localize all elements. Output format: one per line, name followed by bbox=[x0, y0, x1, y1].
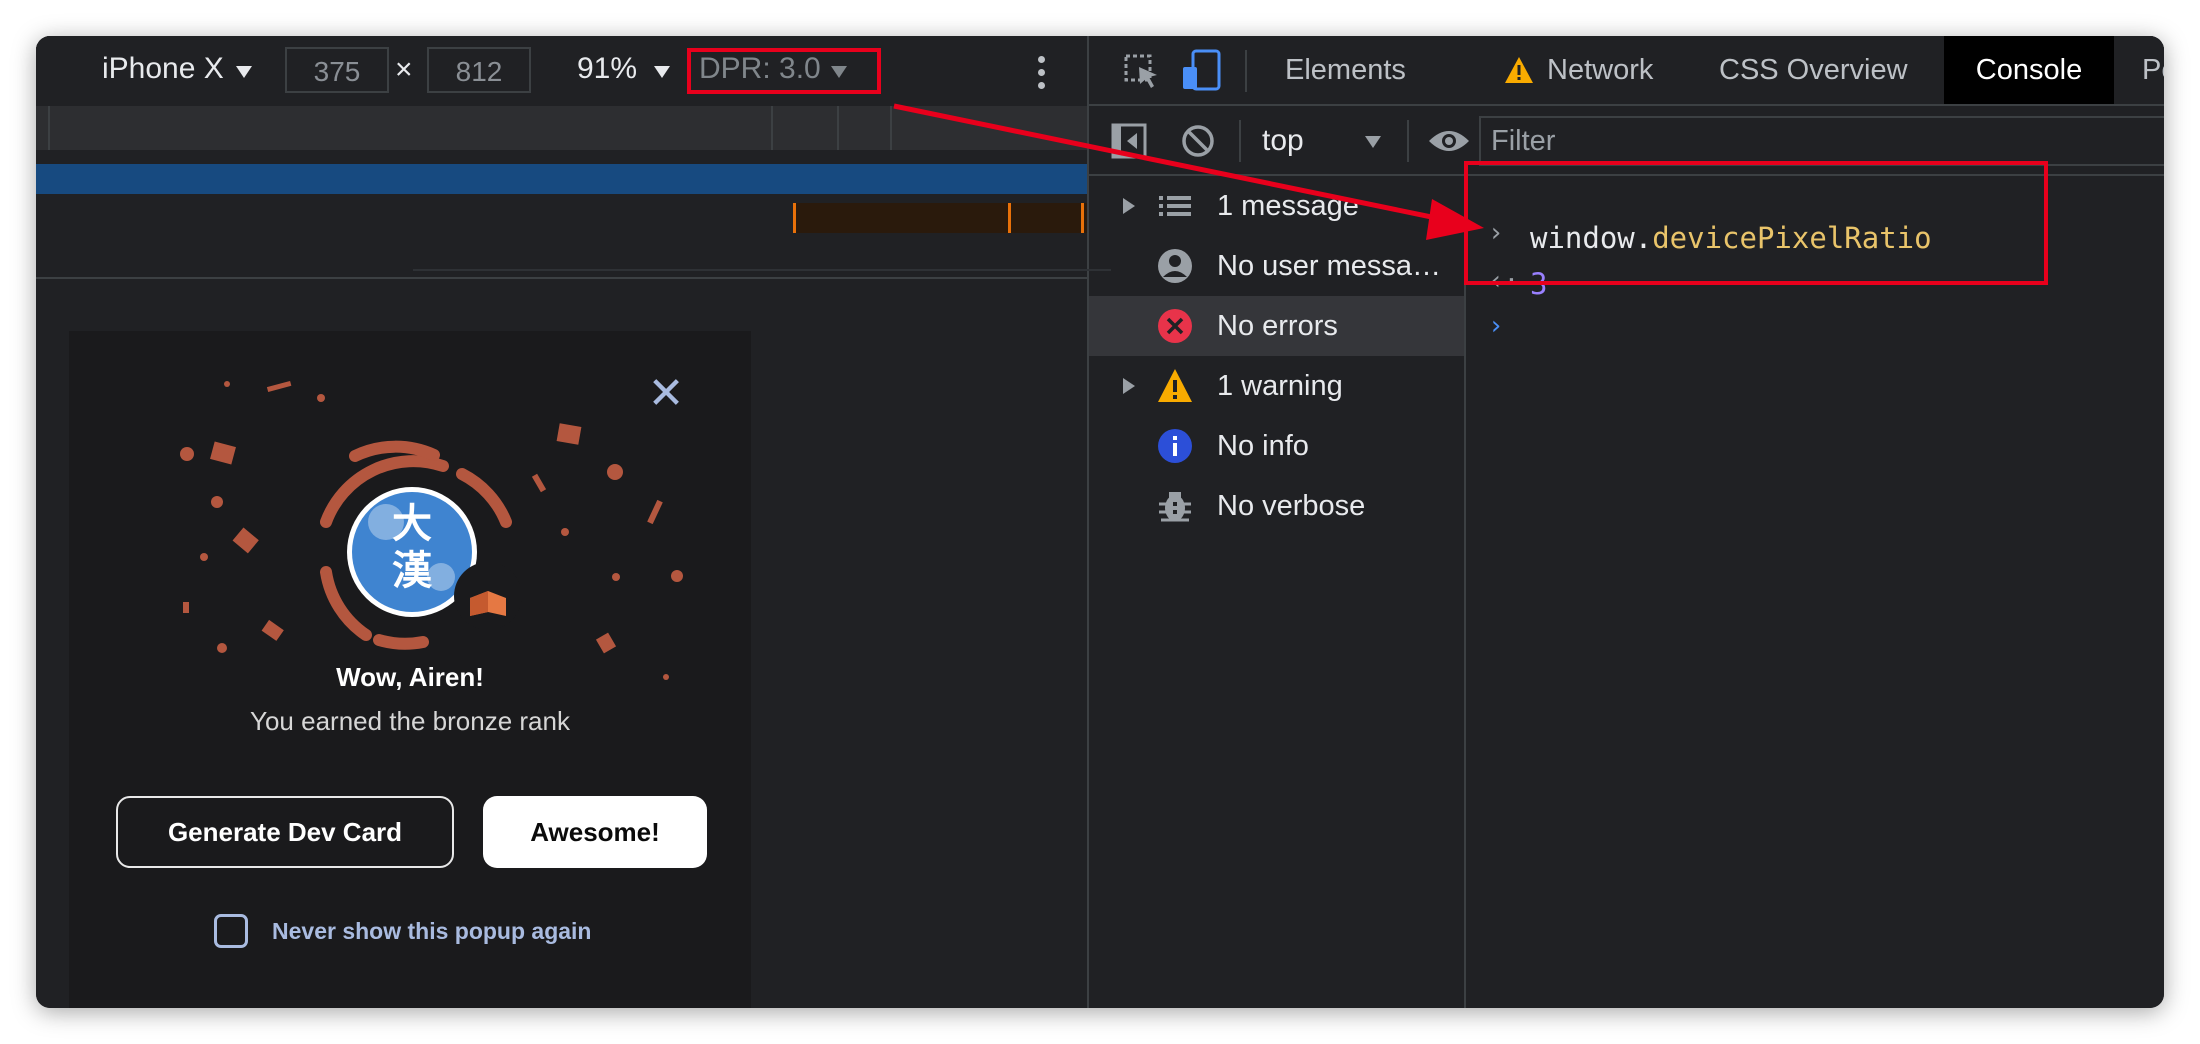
sidebar-item-user-messages[interactable]: No user messa… bbox=[1089, 236, 1464, 296]
confetti bbox=[210, 441, 236, 465]
dimension-separator: × bbox=[395, 53, 413, 86]
confetti bbox=[200, 553, 208, 561]
warning-icon bbox=[1158, 369, 1192, 402]
warning-icon bbox=[1505, 57, 1533, 83]
confetti bbox=[671, 570, 683, 582]
media-query-bar-orange[interactable] bbox=[794, 203, 1087, 233]
bug-icon bbox=[1159, 492, 1191, 522]
never-show-checkbox[interactable] bbox=[214, 914, 248, 948]
tab-console[interactable]: Console bbox=[1944, 36, 2114, 104]
confetti bbox=[647, 499, 663, 525]
sidebar-item-label: No info bbox=[1217, 430, 1309, 462]
confetti bbox=[556, 423, 582, 445]
sidebar-item-messages[interactable]: 1 message bbox=[1089, 176, 1464, 236]
error-icon bbox=[1158, 309, 1192, 343]
confetti bbox=[180, 447, 194, 461]
console-line-divider bbox=[413, 269, 1111, 271]
sidebar-item-label: No user messa… bbox=[1217, 250, 1442, 282]
device-select[interactable]: iPhone X bbox=[102, 51, 224, 87]
device-toggle-icon[interactable] bbox=[1179, 49, 1223, 93]
expand-arrow-icon[interactable] bbox=[1123, 198, 1135, 214]
sidebar-item-label: 1 warning bbox=[1217, 370, 1343, 402]
media-query-ruler bbox=[36, 106, 1087, 150]
confetti bbox=[612, 573, 620, 581]
console-prompt-icon[interactable]: › bbox=[1488, 311, 1504, 341]
list-icon bbox=[1159, 196, 1191, 216]
height-input[interactable]: 812 bbox=[427, 47, 531, 93]
expand-arrow-icon[interactable] bbox=[1123, 378, 1135, 394]
never-show-label[interactable]: Never show this popup again bbox=[272, 916, 591, 946]
popup-title: Wow, Airen! bbox=[336, 662, 484, 692]
sidebar-item-label: 1 message bbox=[1217, 190, 1359, 222]
sidebar-item-label: No verbose bbox=[1217, 490, 1366, 522]
sidebar-item-warnings[interactable]: 1 warning bbox=[1089, 356, 1464, 416]
orange-tick bbox=[1081, 203, 1084, 233]
zoom-dropdown-icon[interactable] bbox=[654, 66, 670, 78]
confetti bbox=[607, 464, 623, 480]
svg-text:大: 大 bbox=[392, 501, 432, 547]
sidebar-item-label: No errors bbox=[1217, 310, 1338, 342]
generate-dev-card-button[interactable]: Generate Dev Card bbox=[116, 796, 454, 868]
console-output[interactable]: › window.devicePixelRatio ‹· 3 › bbox=[1466, 176, 2164, 1008]
awesome-button[interactable]: Awesome! bbox=[483, 796, 707, 868]
confetti bbox=[531, 473, 547, 493]
orange-tick bbox=[1008, 203, 1011, 233]
tab-network[interactable]: Network bbox=[1547, 36, 1653, 104]
devtools-window: iPhone X 375 × 812 91% DPR: 3.0 ✕ 大 漢 Wo… bbox=[36, 36, 2164, 1008]
divider bbox=[1239, 120, 1241, 162]
width-input[interactable]: 375 bbox=[285, 47, 389, 93]
zoom-select[interactable]: 91% bbox=[577, 51, 637, 87]
media-query-bar-blue[interactable] bbox=[36, 164, 1087, 194]
sidebar-item-info[interactable]: No info bbox=[1089, 416, 1464, 476]
sidebar-item-verbose[interactable]: No verbose bbox=[1089, 476, 1464, 536]
clear-console-icon[interactable] bbox=[1180, 123, 1216, 159]
inspect-element-icon[interactable] bbox=[1123, 53, 1161, 91]
confetti bbox=[224, 381, 230, 387]
eye-icon[interactable] bbox=[1427, 126, 1471, 156]
info-icon bbox=[1158, 429, 1192, 463]
divider bbox=[1407, 120, 1409, 162]
tab-elements[interactable]: Elements bbox=[1285, 36, 1406, 104]
filter-input[interactable]: Filter bbox=[1479, 116, 2164, 166]
console-sidebar: 1 message No user messa… No errors 1 war… bbox=[1089, 176, 1466, 1008]
devtools-tabbar: Elements Network CSS Overview Console Pe… bbox=[1089, 36, 2164, 106]
sidebar-toggle-icon[interactable] bbox=[1111, 123, 1147, 159]
console-highlight-box bbox=[1464, 161, 2048, 285]
orange-tick bbox=[793, 203, 796, 233]
context-select[interactable]: top bbox=[1262, 123, 1304, 159]
context-dropdown-icon[interactable] bbox=[1365, 136, 1381, 148]
confetti bbox=[211, 496, 223, 508]
bronze-badge-illustration: 大 漢 bbox=[180, 380, 683, 680]
tab-performance[interactable]: Perfo bbox=[2142, 36, 2164, 104]
confetti bbox=[595, 632, 617, 654]
confetti bbox=[232, 527, 259, 554]
svg-text:漢: 漢 bbox=[392, 548, 433, 594]
confetti bbox=[217, 643, 227, 653]
popup-subtitle: You earned the bronze rank bbox=[250, 706, 570, 736]
confetti bbox=[561, 528, 569, 536]
device-emulation-pane: iPhone X 375 × 812 91% DPR: 3.0 ✕ 大 漢 Wo… bbox=[36, 36, 1087, 1008]
confetti bbox=[266, 380, 292, 393]
user-icon bbox=[1158, 249, 1192, 283]
device-toolbar: iPhone X 375 × 812 91% DPR: 3.0 bbox=[36, 36, 1087, 106]
tab-css-overview[interactable]: CSS Overview bbox=[1719, 36, 1908, 104]
sidebar-item-errors[interactable]: No errors bbox=[1089, 296, 1464, 356]
divider bbox=[36, 277, 1087, 279]
confetti bbox=[261, 619, 284, 641]
divider bbox=[1245, 50, 1247, 92]
device-dropdown-icon[interactable] bbox=[236, 66, 252, 78]
dpr-highlight-box bbox=[687, 48, 881, 94]
confetti bbox=[317, 394, 325, 402]
confetti bbox=[183, 602, 189, 613]
